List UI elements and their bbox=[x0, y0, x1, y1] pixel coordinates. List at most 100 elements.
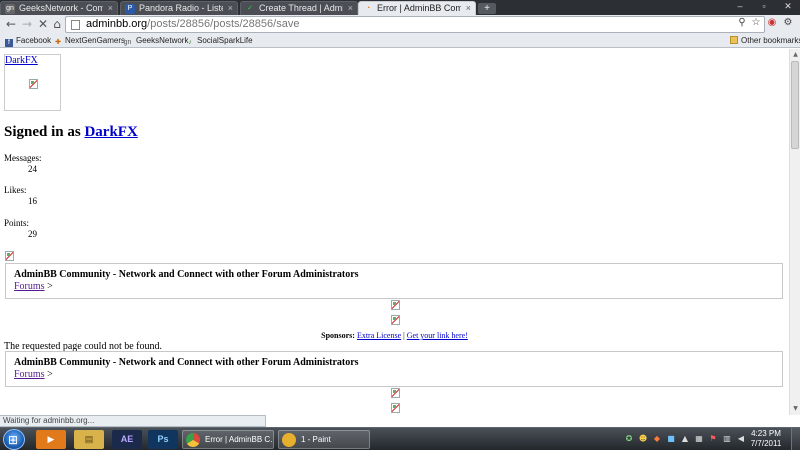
vertical-scrollbar[interactable]: ▲ ▼ bbox=[789, 49, 800, 415]
other-bookmarks-folder[interactable]: Other bookmarks bbox=[730, 34, 800, 47]
wrench-menu-icon[interactable]: ⚙ bbox=[782, 17, 794, 29]
tray-app-icon[interactable]: ☻ bbox=[638, 434, 648, 444]
broken-image-icon bbox=[29, 79, 38, 89]
tab-create-thread[interactable]: ✓ Create Thread | AdminBB C × bbox=[240, 1, 358, 15]
sponsor-link-extra-license[interactable]: Extra License bbox=[357, 331, 401, 340]
scroll-up-arrow-icon[interactable]: ▲ bbox=[791, 50, 800, 59]
window-close-icon[interactable]: ✕ bbox=[776, 0, 800, 12]
broken-image-icon bbox=[391, 315, 400, 325]
photoshop-icon[interactable]: Ps bbox=[148, 430, 178, 449]
stat-points-value: 29 bbox=[28, 229, 37, 239]
avatar[interactable]: DarkFX bbox=[4, 54, 61, 111]
chrome-extension-icon[interactable]: ◉ bbox=[766, 17, 778, 29]
loading-spinner-icon: ◔ bbox=[365, 5, 371, 12]
other-bookmarks-label: Other bookmarks bbox=[741, 36, 800, 45]
url-host: adminbb.org bbox=[86, 18, 148, 30]
sponsor-link-get-your-link[interactable]: Get your link here! bbox=[407, 331, 468, 340]
nextgengamers-icon: ✚ bbox=[55, 39, 61, 46]
stat-points-label: Points: bbox=[4, 218, 30, 228]
tray-app-icon[interactable]: ✪ bbox=[624, 434, 634, 444]
url-text: adminbb.org/posts/28856/posts/28856/save bbox=[86, 17, 299, 32]
bookmark-label: GeeksNetwork bbox=[136, 36, 189, 45]
media-player-icon[interactable]: ▶ bbox=[36, 430, 66, 449]
bookmark-facebook[interactable]: f Facebook bbox=[5, 34, 51, 47]
broken-image-icon bbox=[391, 388, 400, 398]
taskbar-item-paint[interactable]: 1 - Paint bbox=[278, 430, 370, 449]
maximize-icon[interactable]: ▫ bbox=[752, 0, 776, 12]
scroll-down-arrow-icon[interactable]: ▼ bbox=[791, 404, 800, 413]
geeksnetwork-icon: gn bbox=[123, 39, 132, 46]
forward-arrow-icon[interactable]: → bbox=[20, 17, 34, 31]
breadcrumb-forums-link[interactable]: Forums bbox=[14, 281, 45, 292]
forum-footer-panel: AdminBB Community - Network and Connect … bbox=[5, 351, 783, 387]
address-bar[interactable]: adminbb.org/posts/28856/posts/28856/save bbox=[65, 16, 765, 33]
tab-geeksnetwork[interactable]: gn GeeksNetwork - Communi × bbox=[0, 1, 118, 15]
tray-app-icon[interactable]: ◆ bbox=[652, 434, 662, 444]
back-arrow-icon[interactable]: ← bbox=[4, 17, 18, 31]
system-clock[interactable]: 4:23 PM 7/7/2011 bbox=[746, 429, 786, 449]
page-action-icon[interactable]: ⚲ bbox=[736, 17, 748, 29]
sponsors-label: Sponsors: bbox=[321, 331, 355, 340]
clock-time: 4:23 PM bbox=[751, 429, 781, 438]
tray-app-icon[interactable]: ▦ bbox=[694, 434, 704, 444]
start-button[interactable] bbox=[3, 429, 25, 450]
bookmark-label: Facebook bbox=[16, 36, 52, 45]
stat-likes-value: 16 bbox=[28, 196, 37, 206]
volume-icon[interactable]: ◀ bbox=[736, 434, 746, 444]
bookmark-socialsparklife[interactable]: ♪ SocialSparkLife bbox=[186, 34, 253, 47]
scrollbar-thumb[interactable] bbox=[791, 61, 799, 149]
stat-likes-label: Likes: bbox=[4, 185, 27, 195]
bookmark-star-icon[interactable]: ☆ bbox=[750, 17, 762, 29]
after-effects-icon[interactable]: AE bbox=[112, 430, 142, 449]
signed-in-user-link[interactable]: DarkFX bbox=[84, 124, 137, 140]
signed-in-prefix: Signed in as bbox=[4, 124, 85, 140]
tab-title: Pandora Radio - Listen to F bbox=[139, 3, 223, 13]
tray-app-icon[interactable]: ■ bbox=[666, 434, 676, 444]
tab-title: Create Thread | AdminBB C bbox=[259, 3, 343, 13]
stat-messages-label: Messages: bbox=[4, 153, 42, 163]
taskbar-item-chrome[interactable]: Error | AdminBB C... bbox=[182, 430, 274, 449]
breadcrumb-forums-link[interactable]: Forums bbox=[14, 369, 45, 380]
tab-strip: gn GeeksNetwork - Communi × P Pandora Ra… bbox=[0, 0, 800, 15]
geeksnetwork-favicon-icon: gn bbox=[5, 4, 15, 14]
close-icon[interactable]: × bbox=[108, 2, 113, 15]
checkmark-favicon-icon: ✓ bbox=[247, 5, 253, 12]
paint-palette-icon bbox=[282, 433, 296, 447]
close-icon[interactable]: × bbox=[228, 2, 233, 15]
close-icon[interactable]: × bbox=[348, 2, 353, 15]
breadcrumb: Forums > bbox=[14, 281, 53, 292]
signed-in-heading: Signed in as DarkFX bbox=[4, 124, 138, 141]
broken-image-icon bbox=[5, 251, 14, 261]
tab-pandora[interactable]: P Pandora Radio - Listen to F × bbox=[120, 1, 238, 15]
bookmark-geeksnetwork[interactable]: gn GeeksNetwork bbox=[122, 34, 189, 47]
forum-title: AdminBB Community - Network and Connect … bbox=[14, 269, 359, 280]
url-path: /posts/28856/posts/28856/save bbox=[147, 18, 300, 30]
tab-error-adminbb[interactable]: ◔ Error | AdminBB Communi × bbox=[358, 1, 476, 15]
sponsors-line: Sponsors: Extra License | Get your link … bbox=[0, 331, 789, 340]
stat-messages-value: 24 bbox=[28, 164, 37, 174]
taskbar-item-label: 1 - Paint bbox=[301, 435, 331, 444]
status-bubble: Waiting for adminbb.org... bbox=[0, 415, 266, 427]
show-desktop-button[interactable] bbox=[791, 428, 800, 450]
tray-app-icon[interactable]: ▲ bbox=[680, 434, 690, 444]
stop-icon[interactable]: ✕ bbox=[36, 17, 50, 31]
new-tab-button[interactable]: + bbox=[478, 3, 496, 14]
network-icon[interactable]: ▥ bbox=[722, 434, 732, 444]
explorer-folder-icon[interactable]: ▤ bbox=[74, 430, 104, 449]
close-icon[interactable]: × bbox=[466, 2, 471, 15]
bookmark-label: NextGenGamers bbox=[65, 36, 126, 45]
avatar-user-link[interactable]: DarkFX bbox=[5, 55, 38, 66]
page-viewport: DarkFX Signed in as DarkFX Messages: 24 … bbox=[0, 49, 789, 415]
taskbar: ▶ ▤ AE Ps Error | AdminBB C... 1 - Paint… bbox=[0, 427, 800, 450]
socialsparklife-icon: ♪ bbox=[188, 39, 192, 46]
action-center-flag-icon[interactable]: ⚑ bbox=[708, 434, 718, 444]
chrome-icon bbox=[186, 433, 200, 447]
forum-title: AdminBB Community - Network and Connect … bbox=[14, 357, 359, 368]
home-icon[interactable]: ⌂ bbox=[50, 17, 64, 31]
minimize-icon[interactable]: – bbox=[728, 0, 752, 12]
clock-date: 7/7/2011 bbox=[750, 439, 782, 448]
bookmark-nextgengamers[interactable]: ✚ NextGenGamers bbox=[54, 34, 125, 47]
bookmark-label: SocialSparkLife bbox=[197, 36, 253, 45]
breadcrumb-separator: > bbox=[44, 369, 53, 380]
bookmarks-bar: f Facebook ✚ NextGenGamers gn GeeksNetwork … bbox=[0, 34, 800, 48]
